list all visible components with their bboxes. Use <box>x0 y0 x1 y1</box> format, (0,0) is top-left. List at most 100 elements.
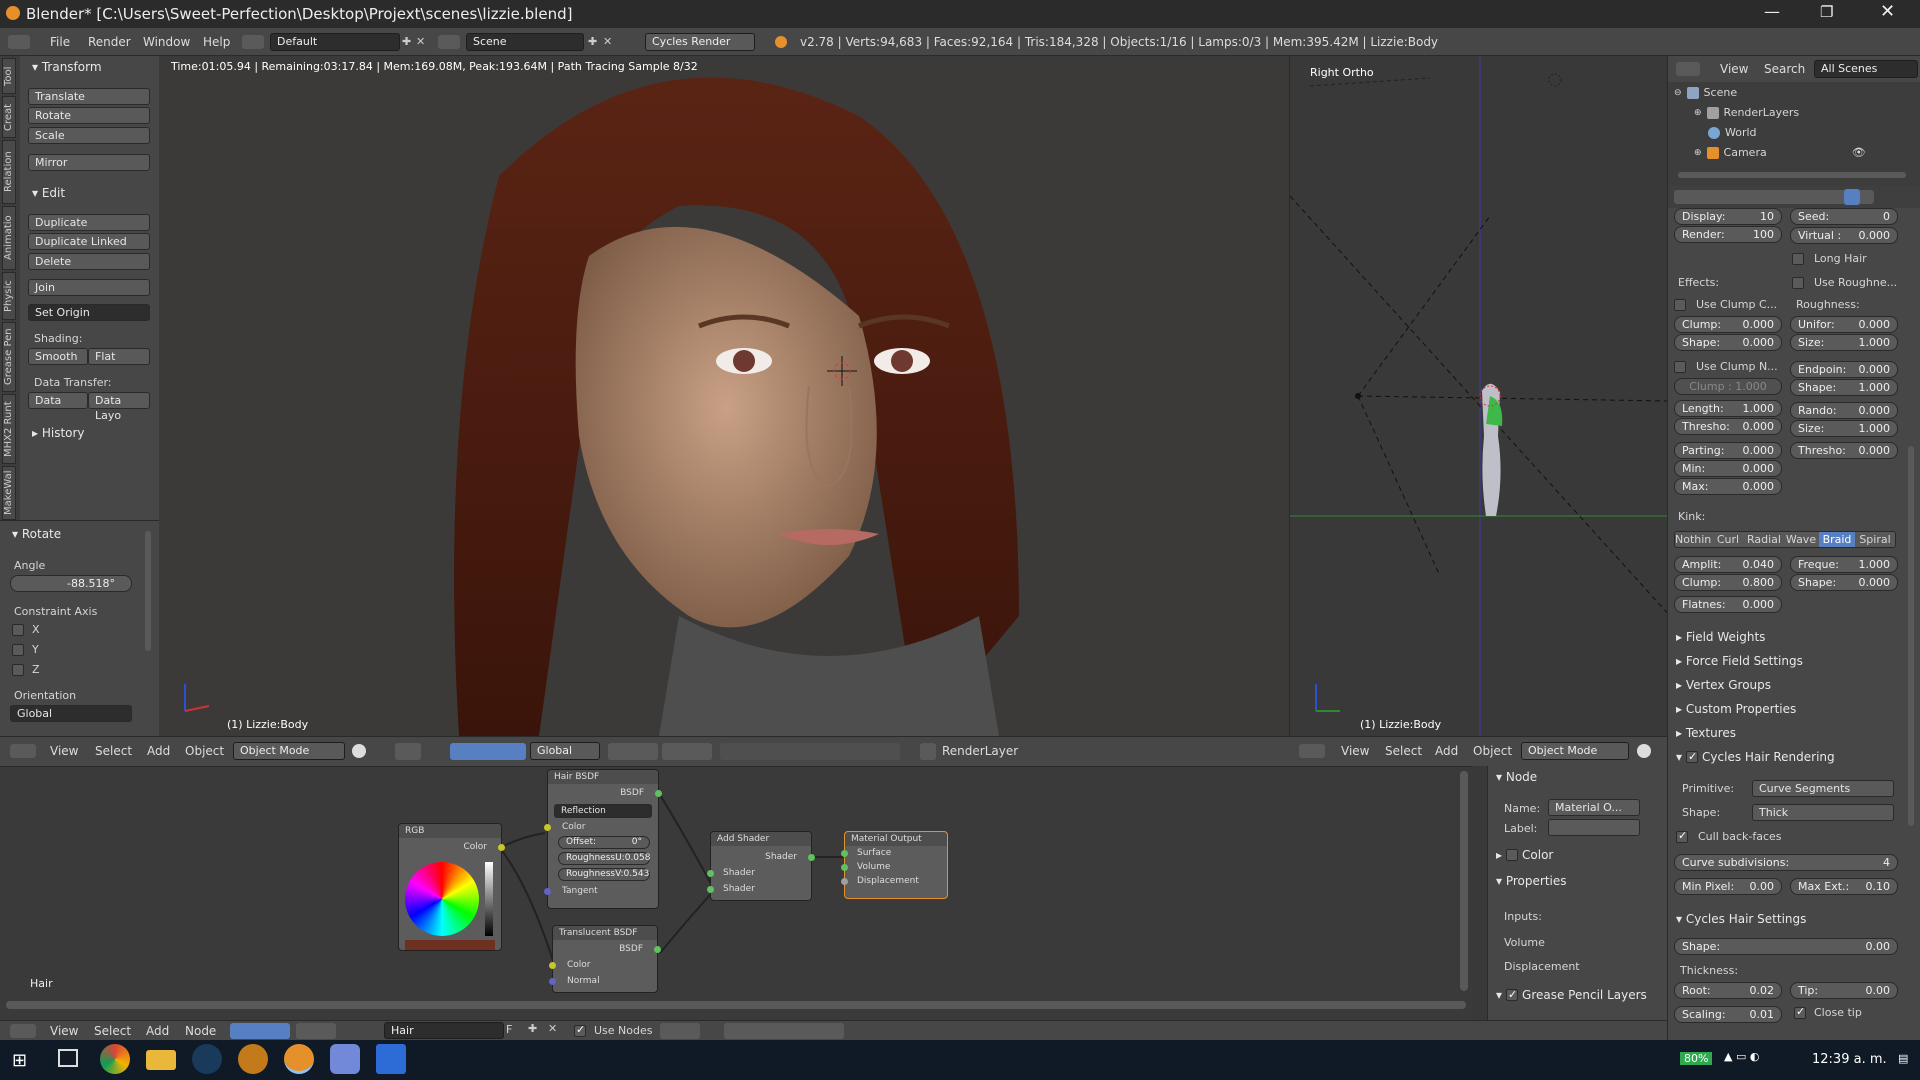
surface-socket[interactable] <box>841 850 848 857</box>
size-value[interactable]: 1.000 <box>1859 335 1891 350</box>
use-roughness-box[interactable] <box>1792 276 1804 289</box>
kink-braid[interactable]: Braid <box>1819 532 1855 547</box>
hair-shape-dropdown[interactable]: Thick <box>1752 804 1894 821</box>
use-clump-noise-checkbox[interactable]: Use Clump N... <box>1674 360 1778 373</box>
battery-indicator[interactable]: 80% <box>1680 1052 1713 1065</box>
add-input2-socket[interactable] <box>707 886 714 893</box>
outliner-editor-icon[interactable] <box>1676 62 1700 76</box>
manipulator-icons[interactable] <box>450 743 526 760</box>
data-button[interactable]: Data <box>28 392 88 409</box>
outliner-menu-search[interactable]: Search <box>1764 62 1805 76</box>
use-nodes-box[interactable] <box>574 1024 586 1037</box>
grease-pencil-panel[interactable]: ▾ Grease Pencil Layers <box>1496 988 1647 1002</box>
view3d-menu-add[interactable]: Add <box>147 744 170 758</box>
transform-orientation-dropdown[interactable]: Global <box>530 742 600 760</box>
layout-icon[interactable] <box>242 35 264 49</box>
node-panel-header[interactable]: ▾ Node <box>1496 770 1537 784</box>
join-button[interactable]: Join <box>28 279 150 296</box>
long-hair-checkbox[interactable]: Long Hair <box>1792 252 1867 265</box>
outliner-filter-dropdown[interactable]: All Scenes <box>1814 60 1918 78</box>
set-origin-dropdown[interactable]: Set Origin <box>28 304 150 321</box>
app-icon[interactable] <box>238 1044 268 1074</box>
outliner-world[interactable]: World <box>1708 126 1757 139</box>
tab-mhx2[interactable]: MHX2 Runt <box>2 394 16 464</box>
shader-type-icons[interactable] <box>230 1023 290 1039</box>
node-name-field[interactable]: Material O... <box>1548 799 1640 816</box>
kink-nothing[interactable]: Nothin <box>1675 532 1711 547</box>
tab-relations[interactable]: Relation <box>2 140 16 204</box>
kink-spiral[interactable]: Spiral <box>1855 532 1895 547</box>
use-roughness-checkbox[interactable]: Use Roughne... <box>1792 276 1897 289</box>
scene-expand-icon[interactable]: ⊖ <box>1674 88 1682 98</box>
view3d-menu-view[interactable]: View <box>50 744 78 758</box>
cycles-hair-rendering-panel[interactable]: ▾ Cycles Hair Rendering <box>1676 750 1835 764</box>
tab-makewalk[interactable]: MakeWal <box>2 466 16 520</box>
right-ortho-viewport[interactable]: Right Ortho (1) Lizzie:Body <box>1289 56 1667 736</box>
kink-shape-value[interactable]: 0.000 <box>1859 575 1891 590</box>
layers-icon[interactable] <box>608 743 658 760</box>
random-value[interactable]: 0.000 <box>1859 403 1891 418</box>
add-material-icon[interactable]: ✚ <box>528 1022 537 1035</box>
translate-button[interactable]: Translate <box>28 88 150 105</box>
view3d-editor-icon[interactable] <box>10 744 36 758</box>
notifications-icon[interactable]: ▤ <box>1898 1052 1908 1065</box>
virtual-value[interactable]: 0.000 <box>1859 228 1891 243</box>
edit-panel-header[interactable]: ▾ Edit <box>32 186 65 200</box>
endpoint-value[interactable]: 0.000 <box>1859 362 1891 377</box>
layout-dropdown[interactable]: Default <box>270 33 400 51</box>
outliner-scene[interactable]: ⊖ Scene <box>1674 86 1737 99</box>
color-swatch[interactable] <box>405 940 495 950</box>
task-view-icon[interactable] <box>58 1049 78 1067</box>
axis-x-box[interactable] <box>12 623 24 636</box>
node-scrollbar-h[interactable] <box>6 1001 1466 1009</box>
menu-render[interactable]: Render <box>88 35 131 49</box>
tab-grease-pencil[interactable]: Grease Pen <box>2 322 16 392</box>
use-clump-curve-box[interactable] <box>1674 298 1686 311</box>
uniform-value[interactable]: 0.000 <box>1859 317 1891 332</box>
minimize-icon[interactable]: — <box>1764 2 1780 21</box>
close-icon[interactable]: ✕ <box>1880 1 1895 22</box>
scene-icon[interactable] <box>438 35 460 49</box>
rgb-node[interactable]: RGB Color <box>398 823 505 951</box>
duplicate-button[interactable]: Duplicate <box>28 214 150 231</box>
axis-z-box[interactable] <box>12 663 24 676</box>
tab-physics[interactable]: Physic <box>2 272 16 320</box>
ortho-menu-add[interactable]: Add <box>1435 744 1458 758</box>
size2-value[interactable]: 1.000 <box>1859 421 1891 436</box>
grease-pencil-checkbox[interactable] <box>1506 989 1519 1001</box>
close-tip-box[interactable] <box>1794 1006 1806 1019</box>
clump-value[interactable]: 0.000 <box>1743 317 1775 332</box>
ortho-menu-object[interactable]: Object <box>1473 744 1512 758</box>
operator-scrollbar[interactable] <box>145 531 151 651</box>
kink-wave[interactable]: Wave <box>1783 532 1819 547</box>
flatness-value[interactable]: 0.000 <box>1743 597 1775 612</box>
menu-file[interactable]: File <box>50 35 70 49</box>
min-value[interactable]: 0.000 <box>1743 461 1775 476</box>
properties-scrollbar[interactable] <box>1908 446 1914 826</box>
cull-backfaces-checkbox[interactable]: Cull back-faces <box>1676 830 1782 843</box>
use-nodes-checkbox[interactable]: Use Nodes <box>574 1024 653 1037</box>
volume-socket[interactable] <box>841 864 848 871</box>
translucent-output-socket[interactable] <box>654 946 661 953</box>
custom-properties-panel[interactable]: ▸ Custom Properties <box>1676 702 1796 716</box>
menu-help[interactable]: Help <box>203 35 230 49</box>
pivot-icon[interactable] <box>395 743 421 760</box>
scale-button[interactable]: Scale <box>28 127 150 144</box>
component-dropdown[interactable]: Reflection <box>554 804 652 818</box>
outliner-renderlayers[interactable]: ⊕ RenderLayers <box>1694 106 1799 119</box>
roughness-v-field[interactable]: RoughnessV:0.543 <box>558 868 650 881</box>
normal-socket[interactable] <box>549 978 556 985</box>
use-clump-curve-checkbox[interactable]: Use Clump C... <box>1674 298 1777 311</box>
chrome-icon[interactable] <box>100 1044 130 1074</box>
kink-clump-value[interactable]: 0.800 <box>1743 575 1775 590</box>
data-layout-button[interactable]: Data Layo <box>88 392 150 422</box>
renderlayer-label[interactable]: RenderLayer <box>942 744 1018 758</box>
add-layout-icon[interactable]: ✚ <box>402 35 411 48</box>
renderlayers-expand-icon[interactable]: ⊕ <box>1694 108 1702 118</box>
mode-dropdown[interactable]: Object Mode <box>233 742 345 760</box>
color-wheel[interactable] <box>405 862 479 936</box>
material-dropdown[interactable]: Hair <box>384 1022 504 1039</box>
offset-value[interactable]: 0° <box>632 837 642 848</box>
hair-shape-value[interactable]: 0.00 <box>1866 939 1891 954</box>
close-tip-checkbox[interactable]: Close tip <box>1794 1006 1862 1019</box>
